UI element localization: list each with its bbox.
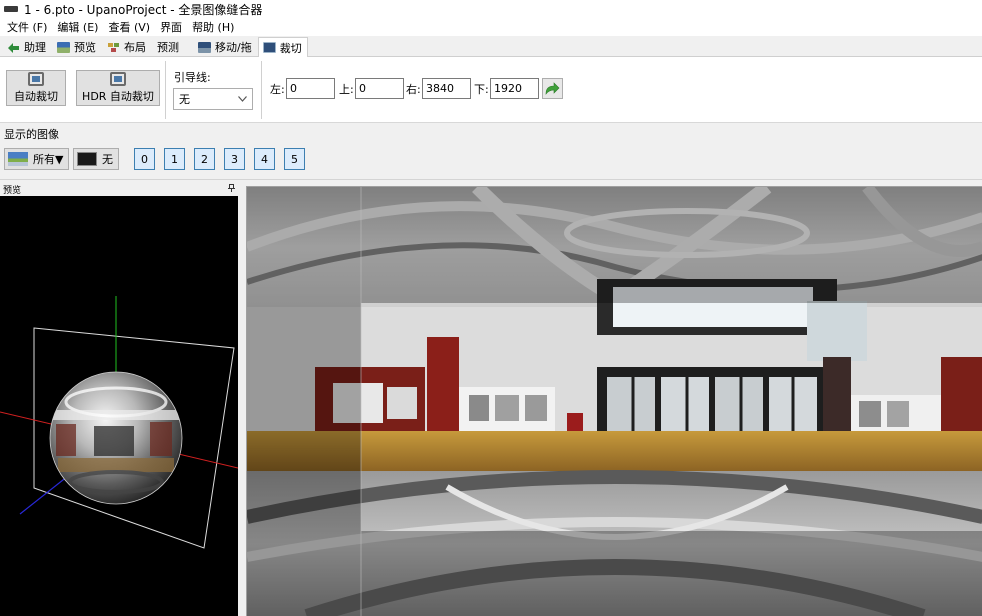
3d-preview-view[interactable]	[0, 196, 238, 616]
image-toggle-2[interactable]: 2	[194, 148, 215, 170]
panel-splitter[interactable]	[238, 182, 244, 616]
tab-assistant-label: 助理	[24, 41, 46, 54]
bottom-label: 下:	[474, 83, 489, 96]
left-label: 左:	[270, 83, 285, 96]
tab-preview-label: 预览	[74, 41, 96, 54]
right-field[interactable]: 3840	[422, 78, 471, 99]
menu-bar: 文件 (F) 编辑 (E) 查看 (V) 界面 帮助 (H)	[0, 18, 982, 36]
preview-dock-header: 预览	[0, 182, 238, 196]
tab-move-drag-label: 移动/拖	[215, 41, 252, 54]
layout-icon	[107, 42, 120, 53]
bottom-field[interactable]: 1920	[490, 78, 539, 99]
panel-divider	[165, 61, 166, 119]
app-icon	[4, 6, 18, 12]
window-title: 1 - 6.pto - UpanoProject - 全景图像缝合器	[24, 2, 263, 17]
assistant-icon	[7, 42, 20, 53]
hdr-crop-icon	[110, 72, 126, 86]
tab-projection[interactable]: 预测	[152, 37, 185, 56]
show-none-button[interactable]: 无	[73, 148, 119, 170]
tab-layout[interactable]: 布局	[102, 37, 152, 56]
auto-crop-label: 自动裁切	[14, 90, 58, 103]
tab-layout-label: 布局	[124, 41, 146, 54]
show-all-button[interactable]: 所有▼	[4, 148, 70, 170]
panorama-crop-view[interactable]	[246, 186, 982, 616]
chevron-down-icon	[238, 96, 247, 102]
top-label: 上:	[339, 83, 354, 96]
preview-dock-title: 预览	[3, 185, 22, 196]
menu-edit[interactable]: 编辑 (E)	[52, 19, 103, 35]
image-toggle-4[interactable]: 4	[254, 148, 275, 170]
menu-help[interactable]: 帮助 (H)	[187, 19, 239, 35]
show-none-label: 无	[102, 153, 113, 166]
image-toggle-1[interactable]: 1	[164, 148, 185, 170]
shown-images-section: 显示的图像 所有▼ 无 0 1 2 3 4 5	[0, 123, 982, 180]
hdr-auto-crop-label: HDR 自动裁切	[82, 90, 154, 103]
preview-icon	[57, 41, 70, 53]
top-field[interactable]: 0	[355, 78, 404, 99]
panorama-sphere	[49, 371, 183, 505]
apply-arrow-icon	[545, 82, 560, 95]
menu-file[interactable]: 文件 (F)	[2, 19, 52, 35]
left-field[interactable]: 0	[286, 78, 335, 99]
hdr-auto-crop-button[interactable]: HDR 自动裁切	[76, 70, 160, 106]
guide-select[interactable]: 无	[173, 88, 253, 110]
tab-assistant[interactable]: 助理	[2, 37, 52, 56]
tab-crop-label: 裁切	[279, 41, 302, 55]
image-toggle-0[interactable]: 0	[134, 148, 155, 170]
tab-preview[interactable]: 预览	[52, 37, 102, 56]
image-toggle-5[interactable]: 5	[284, 148, 305, 170]
crop-panel: 自动裁切 HDR 自动裁切 引导线: 无 左: 0 上: 0 右: 3840 下…	[0, 57, 982, 123]
right-label: 右:	[406, 83, 421, 96]
panel-divider	[261, 61, 262, 119]
show-all-icon	[8, 152, 28, 166]
tab-move-drag[interactable]: 移动/拖	[193, 37, 258, 56]
tab-projection-label: 预测	[157, 41, 179, 54]
show-all-label: 所有▼	[33, 153, 64, 166]
show-none-icon	[77, 152, 97, 166]
tab-crop[interactable]: 裁切	[257, 37, 308, 57]
auto-crop-button[interactable]: 自动裁切	[6, 70, 66, 106]
menu-view[interactable]: 查看 (V)	[103, 19, 155, 35]
move-drag-icon	[198, 41, 211, 53]
image-toggle-3[interactable]: 3	[224, 148, 245, 170]
guide-select-value: 无	[179, 93, 190, 106]
window-titlebar: 1 - 6.pto - UpanoProject - 全景图像缝合器	[0, 0, 982, 18]
tab-bar: 助理 预览 布局 预测 移动/拖 裁切	[0, 37, 982, 57]
apply-crop-button[interactable]	[542, 78, 563, 99]
menu-interface[interactable]: 界面	[155, 19, 187, 35]
pin-icon[interactable]	[228, 183, 235, 195]
crop-icon	[28, 72, 44, 86]
crop-tab-icon	[262, 42, 276, 53]
guide-label: 引导线:	[174, 71, 211, 84]
shown-images-label: 显示的图像	[4, 128, 59, 141]
